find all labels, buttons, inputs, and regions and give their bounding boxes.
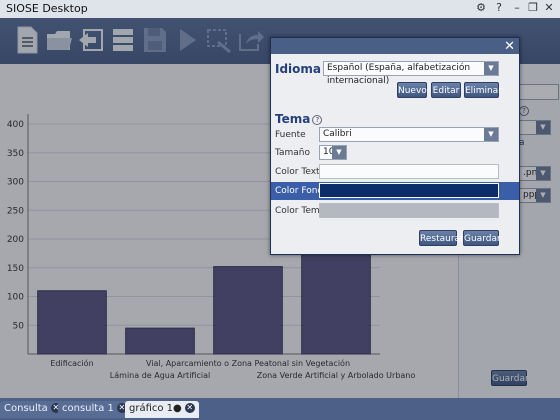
delete-button[interactable]: Eliminar [464, 82, 502, 98]
title-bar: SIOSE Desktop ⚙ ? – ❐ ✕ [0, 0, 560, 18]
close-icon[interactable]: ✕ [542, 1, 556, 15]
background-color-input[interactable] [319, 183, 499, 198]
close-tab-icon[interactable]: ✕ [184, 403, 195, 413]
edit-button[interactable]: Editar [431, 82, 461, 98]
save-button[interactable]: Guardar [463, 230, 501, 246]
fuente-label: Fuente [275, 130, 306, 140]
tab-bar: Consulta ✕ consulta 1 ✕ gráfico 1● ✕ [0, 398, 560, 420]
window-title: SIOSE Desktop [6, 2, 88, 15]
dialog-header [271, 38, 519, 54]
new-button[interactable]: Nuevo [397, 82, 427, 98]
tema-heading: Tema? [275, 112, 323, 126]
theme-color-input[interactable] [319, 203, 499, 218]
color-tema-label: Color Tema [275, 206, 326, 216]
tab-consulta-1[interactable]: consulta 1 ✕ [58, 401, 131, 418]
size-select[interactable]: 10 ▼ [319, 145, 347, 160]
tab-grafico-1[interactable]: gráfico 1● ✕ [125, 401, 199, 418]
tamano-label: Tamaño [275, 148, 311, 158]
minimize-icon[interactable]: – [510, 1, 524, 15]
tab-consulta[interactable]: Consulta ✕ [0, 401, 65, 418]
text-color-input[interactable] [319, 164, 499, 179]
maximize-icon[interactable]: ❐ [526, 1, 540, 15]
font-select[interactable]: Calibri ▼ [319, 127, 499, 142]
language-select[interactable]: Español (España, alfabetización internac… [323, 61, 499, 86]
help-icon[interactable]: ? [492, 1, 506, 15]
settings-dialog: ✕ Idioma? Español (España, alfabetizació… [270, 37, 520, 255]
help-icon[interactable]: ? [312, 114, 323, 125]
color-texto-label: Color Texto [275, 167, 326, 177]
gear-icon[interactable]: ⚙ [474, 1, 488, 15]
close-icon[interactable]: ✕ [504, 39, 515, 54]
restore-button[interactable]: Restaurar [419, 230, 464, 246]
